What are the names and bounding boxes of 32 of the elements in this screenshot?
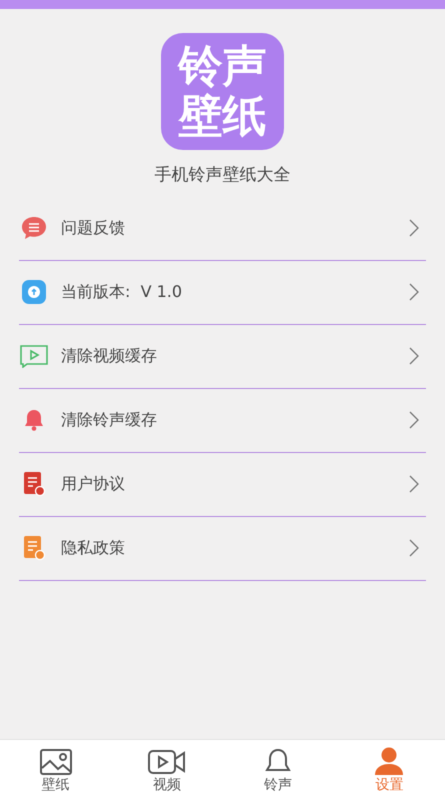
menu-label: 清除铃声缓存 [61, 409, 157, 431]
chevron-right-icon [408, 346, 420, 366]
chevron-right-icon [408, 410, 420, 430]
bell-icon [22, 408, 46, 432]
app-name: 手机铃声壁纸大全 [154, 164, 290, 187]
menu-label: 当前版本: V 1.0 [61, 281, 182, 303]
chat-bubble-icon [21, 216, 47, 240]
chevron-right-icon [408, 218, 420, 238]
menu-item[interactable]: 问题反馈 [19, 196, 426, 260]
chevron-right-icon [408, 538, 420, 558]
logo-text: 铃声 [178, 42, 266, 92]
image-icon [38, 748, 73, 776]
menu-label: 用户协议 [61, 473, 125, 495]
menu-item[interactable]: 清除视频缓存 [19, 324, 426, 388]
nav-tab[interactable]: 视频 [111, 740, 222, 795]
menu-item[interactable]: 当前版本: V 1.0 [19, 260, 426, 324]
menu-label: 问题反馈 [61, 217, 125, 239]
nav-tab[interactable]: 壁纸 [0, 740, 112, 795]
menu-label: 隐私政策 [61, 537, 125, 559]
menu-item[interactable]: 用户协议 [19, 452, 426, 516]
chevron-right-icon [408, 282, 420, 302]
chevron-right-icon [408, 474, 420, 494]
menu-label: 清除视频缓存 [61, 345, 157, 367]
menu-item[interactable]: 清除铃声缓存 [19, 388, 426, 452]
menu-item[interactable]: 隐私政策 [19, 516, 426, 580]
upload-badge-icon [21, 279, 47, 305]
logo-text: 壁纸 [178, 92, 266, 142]
document-icon [22, 535, 46, 561]
document-icon [22, 471, 46, 497]
video-camera-icon [146, 748, 187, 776]
nav-tab[interactable]: 铃声 [222, 740, 334, 795]
play-screen-icon [19, 344, 49, 368]
